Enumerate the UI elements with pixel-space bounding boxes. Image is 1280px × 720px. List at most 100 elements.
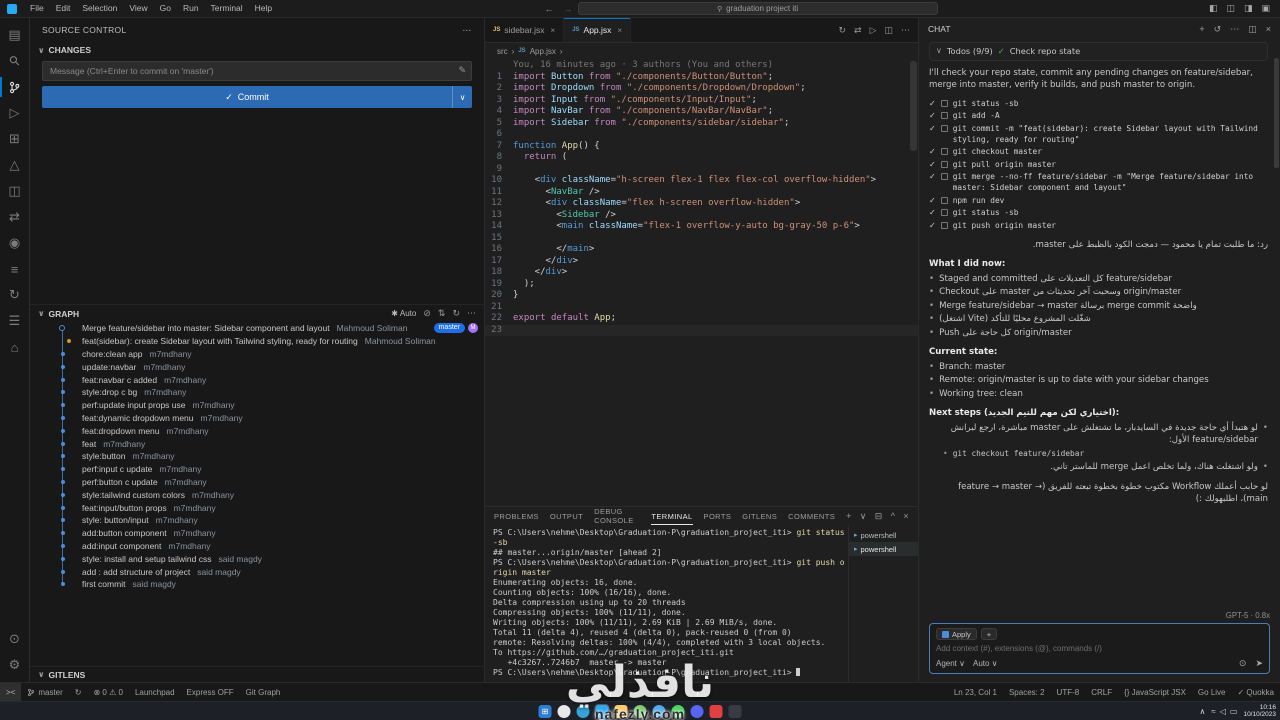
commit-row[interactable]: feat:navbar c addedm7mdhany xyxy=(30,373,484,386)
todo-item[interactable]: ✓git pull origin master xyxy=(929,159,1268,170)
tray-chevron-icon[interactable]: ∧ xyxy=(1199,707,1205,716)
commit-row[interactable]: style: button/inputm7mdhany xyxy=(30,514,484,527)
commit-row[interactable]: chore:clean appm7mdhany xyxy=(30,348,484,361)
model-dropdown[interactable]: Auto ∨ xyxy=(973,659,998,668)
filter-icon[interactable]: ⊘ xyxy=(423,308,431,319)
commit-row[interactable]: feat:dropdown menum7mdhany xyxy=(30,424,484,437)
status-item-language-mode[interactable]: {} JavaScript JSX xyxy=(1118,688,1192,697)
status-item-indentation[interactable]: Spaces: 2 xyxy=(1003,688,1051,697)
taskbar-icon-discord[interactable] xyxy=(691,705,704,718)
commit-row[interactable]: perf:input c updatem7mdhany xyxy=(30,463,484,476)
commit-row[interactable]: update:navbarm7mdhany xyxy=(30,360,484,373)
menu-run[interactable]: Run xyxy=(177,0,205,17)
menu-view[interactable]: View xyxy=(123,0,153,17)
commit-row[interactable]: perf:button c updatem7mdhany xyxy=(30,476,484,489)
layout-toggle-icon[interactable]: ◨ xyxy=(1244,3,1253,14)
open-in-editor-icon[interactable]: ◫ xyxy=(1248,24,1257,35)
accounts-icon[interactable]: ⊙ xyxy=(0,626,30,652)
changes-section-header[interactable]: ∨ CHANGES xyxy=(30,42,484,58)
layout-toggle-icon[interactable]: ◧ xyxy=(1209,3,1218,14)
commit-row[interactable]: add:input componentm7mdhany xyxy=(30,540,484,553)
menu-help[interactable]: Help xyxy=(249,0,278,17)
search-icon[interactable]: ⚲ xyxy=(0,48,30,74)
commit-row[interactable]: style: install and setup tailwind csssai… xyxy=(30,552,484,565)
todo-item[interactable]: ✓git merge --no-ff feature/sidebar -m "M… xyxy=(929,171,1268,193)
menu-go[interactable]: Go xyxy=(154,0,177,17)
taskbar-icon-whatsapp[interactable] xyxy=(672,705,685,718)
commit-row[interactable]: style:buttonm7mdhany xyxy=(30,450,484,463)
close-icon[interactable]: × xyxy=(1266,24,1271,35)
chat-input-box[interactable]: Apply + Add context (#), extensions (@),… xyxy=(929,623,1270,674)
gitlens-section-header[interactable]: ∨ GITLENS xyxy=(30,666,484,682)
graph-section-header[interactable]: ∨ GRAPH ✱ Auto ⊘ ⇅ ↻ ⋯ xyxy=(30,304,484,322)
run-and-debug-icon[interactable]: ▷ xyxy=(0,100,30,126)
status-item-quokka[interactable]: ✓ Quokka xyxy=(1232,688,1280,697)
taskbar-icon-telegram[interactable] xyxy=(653,705,666,718)
status-item-encoding[interactable]: UTF-8 xyxy=(1051,688,1086,697)
more-actions-icon[interactable]: ⋯ xyxy=(901,25,910,36)
menu-selection[interactable]: Selection xyxy=(76,0,123,17)
commit-message-input[interactable] xyxy=(42,61,472,81)
editor-scrollbar[interactable] xyxy=(910,61,917,151)
panel-tab-terminal[interactable]: TERMINAL xyxy=(651,507,692,525)
tab-sidebar-jsx[interactable]: JSsidebar.jsx× xyxy=(485,18,564,42)
status-item-go-live[interactable]: Go Live xyxy=(1192,688,1232,697)
status-item-cursor-position[interactable]: Ln 23, Col 1 xyxy=(948,688,1003,697)
status-item-branch[interactable]: master xyxy=(21,688,68,697)
todo-item[interactable]: ✓npm run dev xyxy=(929,195,1268,206)
breadcrumb[interactable]: src › JS App.jsx › xyxy=(485,43,918,59)
commit-row[interactable]: add : add structure of projectsaid magdy xyxy=(30,565,484,578)
menu-file[interactable]: File xyxy=(24,0,50,17)
voice-icon[interactable]: ⊙ xyxy=(1239,658,1247,669)
code-editor[interactable]: You, 16 minutes ago · 3 authors (You and… xyxy=(485,59,918,506)
layout-toggle-icon[interactable]: ◫ xyxy=(1226,3,1235,14)
panel-tab-problems[interactable]: PROBLEMS xyxy=(494,507,539,525)
taskbar-icon-edge[interactable] xyxy=(577,705,590,718)
menu-terminal[interactable]: Terminal xyxy=(205,0,249,17)
commit-row[interactable]: feat:input/button propsm7mdhany xyxy=(30,501,484,514)
tray-icon[interactable]: ▭ xyxy=(1230,707,1238,716)
more-actions-icon[interactable]: ⋯ xyxy=(1230,24,1239,35)
status-item-problems[interactable]: ⊗ 0 ⚠ 0 xyxy=(88,688,129,697)
settings-icon[interactable]: ⚙ xyxy=(0,652,30,678)
refresh-icon[interactable]: ↻ xyxy=(452,308,460,319)
status-item-sync[interactable]: ↻ xyxy=(69,688,88,697)
todo-item[interactable]: ✓git checkout master xyxy=(929,146,1268,157)
run-icon[interactable]: ▷ xyxy=(870,25,877,36)
panel-tab-output[interactable]: OUTPUT xyxy=(550,507,583,525)
todo-item[interactable]: ✓git add -A xyxy=(929,110,1268,121)
auto-refresh-toggle[interactable]: ✱ Auto xyxy=(391,309,416,318)
chat-scrollbar[interactable] xyxy=(1274,58,1279,168)
close-icon[interactable]: × xyxy=(617,26,622,35)
split-terminal-icon[interactable]: ⊟ xyxy=(875,511,883,522)
gitlens-icon[interactable]: ◉ xyxy=(0,230,30,256)
commit-row[interactable]: featm7mdhany xyxy=(30,437,484,450)
tray-icon[interactable]: ◁ xyxy=(1220,707,1226,716)
docker-icon[interactable]: ◫ xyxy=(0,178,30,204)
taskbar-icon-vscode[interactable] xyxy=(596,705,609,718)
maximize-panel-icon[interactable]: ^ xyxy=(891,511,896,522)
commit-button[interactable]: ✓ Commit ∨ xyxy=(42,86,472,108)
agent-mode-dropdown[interactable]: Agent ∨ xyxy=(936,659,965,668)
split-editor-icon[interactable]: ◫ xyxy=(884,25,893,36)
chat-conversation[interactable]: ∨ Todos (9/9) ✓ Check repo state I'll ch… xyxy=(919,40,1280,607)
remote-indicator[interactable]: >< xyxy=(0,683,21,701)
commit-row[interactable]: Merge feature/sidebar into master: Sideb… xyxy=(30,322,484,335)
commit-row[interactable]: perf:update input props usem7mdhany xyxy=(30,399,484,412)
taskbar-icon-chrome[interactable] xyxy=(634,705,647,718)
commit-row[interactable]: style:tailwind custom colorsm7mdhany xyxy=(30,488,484,501)
tab-app-jsx[interactable]: JSApp.jsx× xyxy=(564,18,631,42)
todo-item[interactable]: ✓git status -sb xyxy=(929,207,1268,218)
commit-dropdown-icon[interactable]: ∨ xyxy=(452,86,472,108)
more-actions-icon[interactable]: ⋯ xyxy=(463,25,473,36)
extensions-icon[interactable]: ⊞ xyxy=(0,126,30,152)
commit-row[interactable]: style:drop c bgm7mdhany xyxy=(30,386,484,399)
panel-tab-gitlens[interactable]: GITLENS xyxy=(742,507,777,525)
new-chat-icon[interactable]: + xyxy=(1199,24,1204,35)
taskbar-icon-terminal[interactable] xyxy=(729,705,742,718)
taskbar-icon-youtube[interactable] xyxy=(710,705,723,718)
tray-icon[interactable]: ≈ xyxy=(1211,707,1215,716)
compare-icon[interactable]: ⇄ xyxy=(854,25,862,36)
source-control-icon[interactable] xyxy=(0,74,30,100)
todo-item[interactable]: ✓git push origin master xyxy=(929,220,1268,231)
